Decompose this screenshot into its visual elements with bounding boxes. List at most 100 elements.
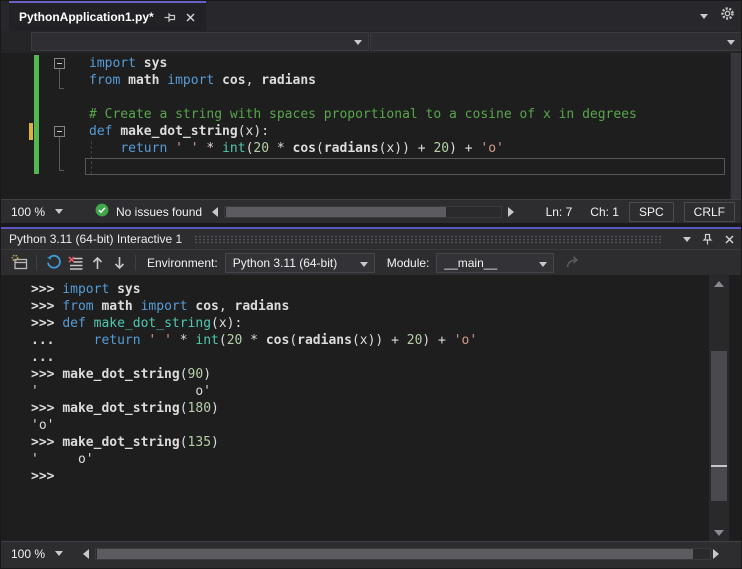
line-ending-toggle[interactable]: CRLF [683, 201, 735, 222]
window-position-chevron-icon[interactable] [683, 236, 691, 242]
nav-member-dropdown[interactable] [370, 32, 741, 51]
clear-screen-icon[interactable] [64, 252, 86, 274]
code-line[interactable]: 'o' [31, 417, 703, 434]
tab-python-application[interactable]: PythonApplication1.py* [9, 1, 206, 31]
code-token: cos [222, 73, 246, 88]
issues-message[interactable]: No issues found [116, 205, 202, 219]
scroll-right-icon[interactable] [713, 548, 719, 559]
interactive-title-bar[interactable]: Python 3.11 (64-bit) Interactive 1 [1, 229, 741, 249]
scroll-left-icon[interactable] [83, 548, 89, 559]
interactive-vertical-scrollbar[interactable] [709, 275, 729, 541]
vs-window: PythonApplication1.py* import sys from m… [0, 0, 742, 569]
zoom-chevron-icon[interactable] [55, 209, 64, 214]
code-token: 'o' [453, 333, 478, 348]
code-line[interactable]: return ' ' * int(20 * cos(radians(x)) + … [89, 140, 729, 157]
code-line[interactable]: from math import cos, radians [89, 72, 729, 89]
repl-prompt: ... [31, 333, 63, 348]
scrollbar-thumb[interactable] [97, 548, 693, 559]
interactive-status-bar: 100 % [1, 541, 741, 565]
code-token: 'o' [480, 141, 504, 156]
module-dropdown[interactable]: __main__ [436, 252, 555, 273]
code-line[interactable]: ... [31, 349, 703, 366]
chevron-down-icon [359, 261, 368, 267]
code-line[interactable]: ' o' [31, 383, 703, 400]
code-line[interactable]: ' o' [31, 451, 703, 468]
pin-icon[interactable] [701, 233, 714, 246]
code-token: ' o' [31, 384, 212, 399]
code-token: radians [261, 73, 317, 88]
code-token: ( [179, 367, 188, 382]
issues-ok-icon[interactable] [95, 203, 109, 220]
scroll-left-icon[interactable] [212, 206, 219, 217]
scrollbar-track[interactable] [95, 547, 711, 560]
code-token: int [222, 141, 246, 156]
scrollbar-thumb[interactable] [226, 206, 447, 217]
zoom-chevron-icon[interactable] [55, 551, 64, 556]
scroll-right-icon[interactable] [507, 206, 514, 217]
environment-dropdown[interactable]: Python 3.11 (64-bit) [224, 252, 375, 273]
spaces-mode-toggle[interactable]: SPC [628, 201, 674, 222]
code-line[interactable]: >>> [31, 468, 703, 485]
zoom-level[interactable]: 100 % [11, 547, 45, 561]
scrollbar-track[interactable] [224, 205, 502, 218]
title-drag-grip [194, 235, 661, 244]
code-token: , [245, 73, 262, 88]
tab-pin-icon[interactable] [163, 11, 176, 24]
toolbar-separator [135, 254, 136, 271]
code-token: ( [316, 141, 324, 156]
code-line[interactable]: >>> make_dot_string(90) [31, 366, 703, 383]
code-line[interactable] [89, 89, 729, 106]
code-token: 180 [187, 401, 212, 416]
interactive-horizontal-scrollbar[interactable] [83, 547, 719, 560]
code-line[interactable]: >>> def make_dot_string(x): [31, 315, 703, 332]
code-line[interactable]: >>> from math import cos, radians [31, 298, 703, 315]
code-token: sys [117, 282, 141, 297]
interactive-window-icon[interactable] [9, 252, 31, 274]
module-label: Module: [386, 255, 430, 270]
editor-horizontal-scrollbar[interactable] [212, 205, 514, 218]
scroll-up-icon[interactable] [709, 277, 729, 290]
code-line[interactable]: def make_dot_string(x): [89, 123, 729, 140]
code-token: ( [179, 401, 188, 416]
code-token: make_dot_string [62, 435, 180, 450]
tab-strip-controls [700, 1, 735, 31]
zoom-level[interactable]: 100 % [11, 205, 45, 219]
gear-icon[interactable] [720, 6, 735, 26]
code-line[interactable]: # Create a string with spaces proportion… [89, 106, 729, 123]
code-line[interactable]: ... return ' ' * int(20 * cos(radians(x)… [31, 332, 703, 349]
history-previous-icon[interactable] [86, 252, 108, 274]
code-token: , [218, 299, 235, 314]
close-icon[interactable] [724, 234, 735, 245]
code-token: make_dot_string [62, 367, 180, 382]
code-token: ) + [422, 333, 454, 348]
scrollbar-caret-marker [711, 465, 727, 467]
environment-label: Environment: [147, 255, 218, 270]
navigation-bar [1, 31, 741, 53]
code-token: ' ' [148, 333, 172, 348]
code-token: make_dot_string [93, 316, 212, 331]
code-line[interactable]: >>> make_dot_string(135) [31, 434, 703, 451]
module-value: __main__ [444, 255, 498, 270]
tab-close-icon[interactable] [185, 12, 196, 23]
repl-prompt: >>> [31, 401, 63, 416]
nav-type-dropdown[interactable] [31, 32, 369, 51]
code-line[interactable]: import sys [89, 55, 729, 72]
code-token: * [198, 141, 223, 156]
reset-icon[interactable] [42, 252, 64, 274]
history-next-icon[interactable] [108, 252, 130, 274]
scrollbar-thumb[interactable] [711, 351, 727, 501]
scrollbar-thumb[interactable] [731, 53, 741, 199]
code-line[interactable]: >>> make_dot_string(180) [31, 400, 703, 417]
editor-vertical-scrollbar[interactable] [730, 53, 741, 199]
tab-list-chevron-icon[interactable] [700, 13, 708, 19]
interactive-output-area[interactable]: >>> import sys >>> from math import cos, … [1, 275, 741, 541]
repl-prompt: >>> [31, 435, 63, 450]
repl-prompt: >>> [31, 299, 63, 314]
scroll-down-icon[interactable] [709, 526, 729, 539]
code-line[interactable]: >>> import sys [31, 281, 703, 298]
code-line[interactable] [89, 157, 729, 174]
code-editor[interactable]: import sys from math import cos, radians #… [1, 53, 741, 199]
